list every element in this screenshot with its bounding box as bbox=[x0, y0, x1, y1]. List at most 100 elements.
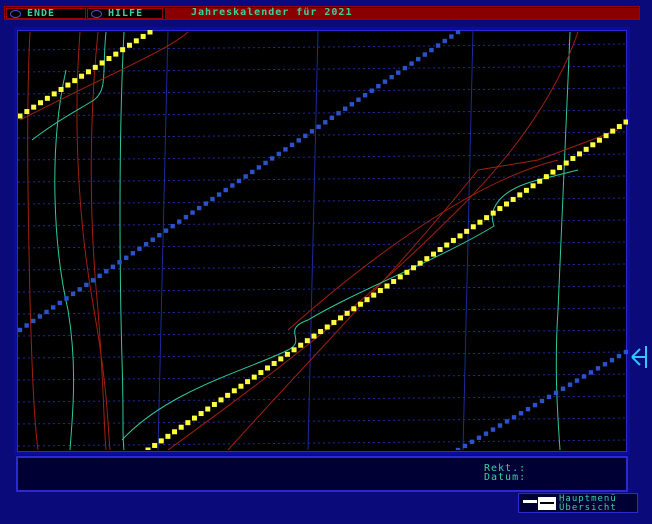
moon-dot bbox=[609, 357, 615, 363]
moon-dot bbox=[190, 210, 195, 215]
sun-dot bbox=[152, 442, 158, 448]
moon-dot bbox=[177, 219, 182, 224]
moon-dot bbox=[170, 223, 175, 229]
sun-dot bbox=[126, 42, 132, 48]
sun-dot bbox=[623, 119, 628, 125]
moon-dot bbox=[64, 296, 69, 301]
moon-dot bbox=[77, 287, 82, 292]
sun-dot bbox=[324, 324, 330, 330]
sun-dot bbox=[225, 392, 231, 398]
moon-dot bbox=[429, 47, 434, 53]
moon-dot bbox=[157, 232, 162, 238]
sun-dot bbox=[85, 69, 91, 75]
sun-dot bbox=[211, 401, 217, 407]
help-button[interactable]: HILFE bbox=[87, 8, 163, 19]
sun-dot bbox=[616, 124, 622, 130]
sun-dot bbox=[51, 91, 57, 97]
menu-line-2: Übersicht bbox=[559, 503, 617, 513]
sun-dot bbox=[603, 133, 609, 139]
sun-dot bbox=[198, 411, 204, 417]
planet-curves bbox=[19, 31, 619, 450]
sun-dot bbox=[430, 251, 436, 257]
sun-dot bbox=[371, 292, 377, 298]
top-menu-bar: ENDE HILFE Jahreskalender für 2021 bbox=[4, 6, 640, 20]
sun-dot bbox=[537, 178, 543, 184]
moon-dot bbox=[276, 151, 282, 157]
moon-dot bbox=[110, 264, 116, 269]
sun-dot bbox=[31, 104, 37, 110]
window-title: Jahreskalender für 2021 bbox=[165, 8, 639, 19]
grid-line bbox=[18, 87, 628, 95]
sun-dot bbox=[185, 420, 191, 426]
moon-dot bbox=[532, 402, 538, 408]
grid-line bbox=[18, 43, 628, 51]
moon-dot bbox=[567, 382, 573, 387]
sun-dot bbox=[550, 169, 556, 175]
moon-dot bbox=[24, 323, 29, 328]
moon-dot bbox=[336, 111, 341, 116]
grid-line bbox=[307, 30, 319, 450]
main-menu-button[interactable]: Hauptmenü Übersicht bbox=[518, 493, 638, 513]
sun-dot bbox=[510, 196, 516, 202]
sun-dot bbox=[477, 219, 483, 225]
moon-dot bbox=[455, 30, 461, 35]
sun-dot bbox=[570, 155, 576, 161]
sun-dot bbox=[364, 297, 370, 303]
moon-dot bbox=[415, 56, 421, 62]
sun-dot bbox=[113, 51, 119, 57]
moon-dot bbox=[546, 394, 552, 400]
red-long-diagonal-2 bbox=[167, 31, 579, 450]
red-curve-left-1 bbox=[27, 31, 39, 450]
moon-dot bbox=[449, 34, 454, 39]
moon-dot bbox=[31, 318, 36, 324]
moon-dot bbox=[203, 201, 209, 206]
sun-dot bbox=[411, 265, 417, 271]
sun-dot bbox=[338, 315, 344, 321]
moon-dot bbox=[90, 278, 96, 283]
moon-dot bbox=[595, 366, 601, 371]
moon-dot bbox=[269, 156, 275, 161]
sun-dot bbox=[133, 38, 139, 44]
moon-dot bbox=[376, 83, 381, 89]
sun-dot bbox=[92, 64, 98, 70]
grid-line bbox=[18, 175, 628, 183]
moon-dot bbox=[44, 309, 49, 315]
moon-dot bbox=[616, 353, 622, 359]
sun-dot bbox=[158, 438, 164, 444]
moon-dot bbox=[442, 38, 447, 44]
moon-dot bbox=[289, 142, 295, 148]
menu-icon bbox=[523, 497, 556, 510]
sun-dot bbox=[172, 429, 178, 435]
moon-dot bbox=[362, 93, 368, 98]
sun-dot bbox=[577, 151, 583, 157]
moon-dot bbox=[256, 165, 262, 170]
sun-dot bbox=[145, 447, 151, 450]
sun-dot bbox=[344, 310, 350, 316]
end-button[interactable]: ENDE bbox=[6, 8, 86, 19]
moon-dot bbox=[389, 74, 394, 80]
grid-line bbox=[18, 219, 628, 227]
sun-dot bbox=[464, 228, 470, 234]
grid-line bbox=[18, 395, 628, 403]
sun-dot bbox=[304, 338, 310, 344]
sun-dot bbox=[504, 201, 509, 207]
sun-dot bbox=[590, 142, 596, 148]
end-button-label: ENDE bbox=[27, 8, 56, 19]
moon-dot bbox=[84, 282, 89, 288]
annual-calendar-plot[interactable] bbox=[18, 30, 628, 450]
sun-dot bbox=[106, 56, 112, 62]
sun-dot bbox=[424, 256, 430, 262]
grid-line bbox=[18, 285, 628, 293]
moon-dot bbox=[356, 97, 361, 102]
side-arrow-icon[interactable] bbox=[628, 344, 648, 370]
sun-dot bbox=[231, 388, 237, 394]
moon-dot bbox=[117, 260, 122, 265]
moon-dot bbox=[329, 115, 335, 120]
exit-icon bbox=[10, 10, 21, 18]
moon-dot bbox=[574, 378, 580, 383]
sun-dot bbox=[238, 383, 244, 389]
moon-dot bbox=[462, 443, 468, 449]
moon-dot bbox=[409, 61, 414, 66]
moon-dot bbox=[137, 246, 142, 251]
moon-dot bbox=[183, 214, 189, 220]
